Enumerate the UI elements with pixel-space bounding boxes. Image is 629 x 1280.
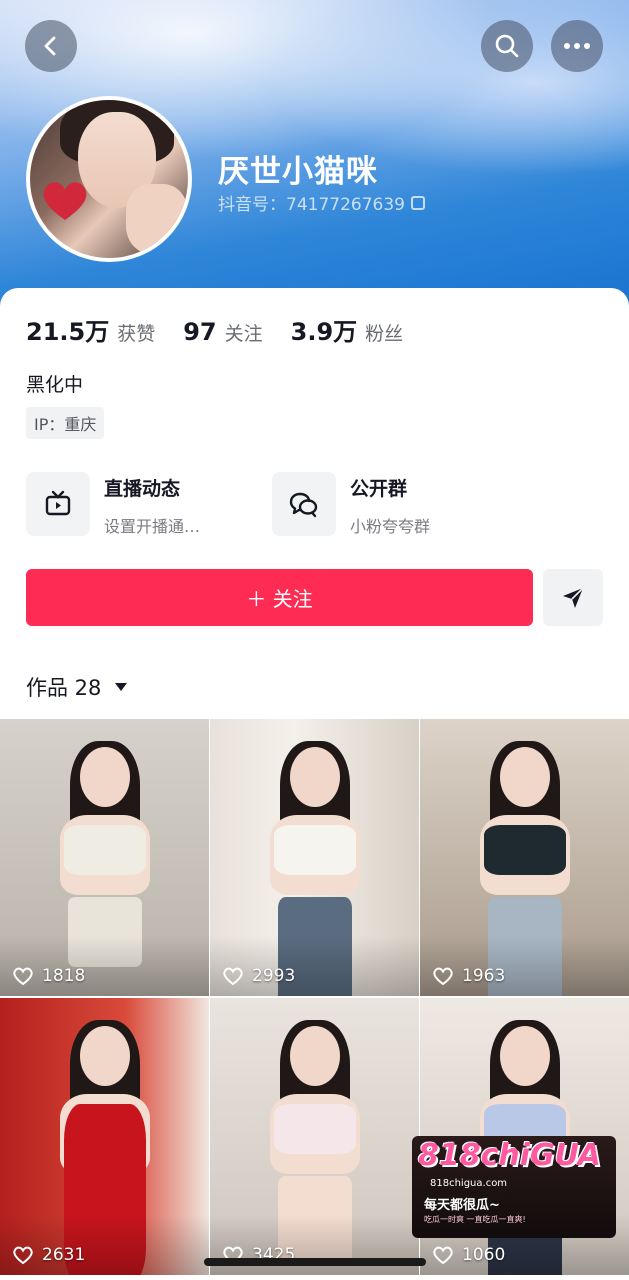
like-count: 2993 <box>222 966 295 986</box>
like-count-value: 2993 <box>252 966 296 986</box>
watermark-banner: 818chiGUA 818chigua.com 每天都很瓜~ 吃瓜一时爽 一直吃… <box>412 1136 616 1238</box>
follow-button[interactable]: ＋ 关注 <box>26 569 533 626</box>
like-count: 2631 <box>12 1245 85 1265</box>
watermark-small-text: 吃瓜一时爽 一直吃瓜一直爽! <box>424 1215 526 1224</box>
live-updates-icon-box <box>26 472 90 536</box>
copy-icon[interactable] <box>410 195 425 210</box>
home-indicator[interactable] <box>204 1258 426 1266</box>
avatar-hand <box>126 184 188 254</box>
douyin-id[interactable]: 抖音号：74177267639 <box>218 190 425 215</box>
live-updates-title: 直播动态 <box>104 478 181 500</box>
chevron-left-icon <box>44 36 56 56</box>
nickname: 厌世小猫咪 <box>218 154 378 190</box>
works-tab-label: 作品 28 <box>26 676 102 700</box>
more-horizontal-icon <box>564 43 590 49</box>
stat-following-value: 97 <box>183 318 217 346</box>
like-count: 1060 <box>432 1245 505 1265</box>
public-group-subtitle: 小粉夸夸群 <box>350 517 431 536</box>
search-icon <box>495 34 519 58</box>
video-thumbnail[interactable]: 1963 <box>420 719 629 996</box>
back-button[interactable] <box>25 20 77 72</box>
watermark-slogan: 每天都很瓜~ <box>424 1198 500 1213</box>
tv-icon <box>45 490 71 516</box>
heart-icon <box>13 967 33 986</box>
stat-fans[interactable]: 3.9万 粉丝 <box>291 312 404 347</box>
works-tab[interactable]: 作品 28 <box>26 672 128 702</box>
stat-fans-label: 粉丝 <box>365 323 404 345</box>
heart-icon <box>433 1246 453 1265</box>
heart-icon <box>13 1246 33 1265</box>
ip-location-tag: IP：重庆 <box>26 407 105 439</box>
stat-following[interactable]: 97 关注 <box>183 318 262 346</box>
share-button[interactable] <box>543 569 603 626</box>
like-count-value: 1963 <box>462 966 506 986</box>
stat-likes-value: 21.5万 <box>26 318 110 346</box>
public-group-icon-box <box>272 472 336 536</box>
more-button[interactable] <box>551 20 603 72</box>
stat-following-label: 关注 <box>224 323 263 345</box>
video-thumbnail[interactable]: 2631 <box>0 998 209 1275</box>
like-count-value: 2631 <box>42 1245 86 1265</box>
video-thumbnail[interactable]: 1818 <box>0 719 209 996</box>
heart-icon <box>433 967 453 986</box>
like-count-value: 1818 <box>42 966 86 986</box>
stat-likes[interactable]: 21.5万 获赞 <box>26 312 155 347</box>
public-group-title: 公开群 <box>350 478 408 500</box>
like-count: 1818 <box>12 966 85 986</box>
avatar[interactable] <box>26 96 192 262</box>
like-count: 1963 <box>432 966 505 986</box>
video-thumbnail[interactable]: 2993 <box>210 719 419 996</box>
watermark-domain: 818chigua.com <box>430 1178 508 1189</box>
send-icon <box>563 586 584 608</box>
stat-likes-label: 获赞 <box>117 323 156 345</box>
video-thumbnail[interactable]: 3425 <box>210 998 419 1275</box>
search-button[interactable] <box>481 20 533 72</box>
douyin-id-text: 抖音号：74177267639 <box>218 195 405 215</box>
caret-down-icon <box>115 683 128 691</box>
live-updates-subtitle: 设置开播通… <box>104 517 201 536</box>
heart-icon <box>223 967 243 986</box>
profile-card: 21.5万 获赞 97 关注 3.9万 粉丝 黑化中 IP：重庆 直播动态 设置… <box>0 288 629 1280</box>
public-group-entry[interactable]: 公开群 小粉夸夸群 <box>272 472 430 537</box>
live-updates-entry[interactable]: 直播动态 设置开播通… <box>26 472 200 537</box>
chat-bubbles-icon <box>289 492 318 518</box>
like-count-value: 1060 <box>462 1245 506 1265</box>
watermark-brand: 818chiGUA <box>418 1138 601 1173</box>
heart-lollipop-icon <box>43 182 87 220</box>
bio: 黑化中 <box>26 374 84 396</box>
stat-fans-value: 3.9万 <box>290 318 358 346</box>
stats-row: 21.5万 获赞 97 关注 3.9万 粉丝 <box>26 312 431 347</box>
